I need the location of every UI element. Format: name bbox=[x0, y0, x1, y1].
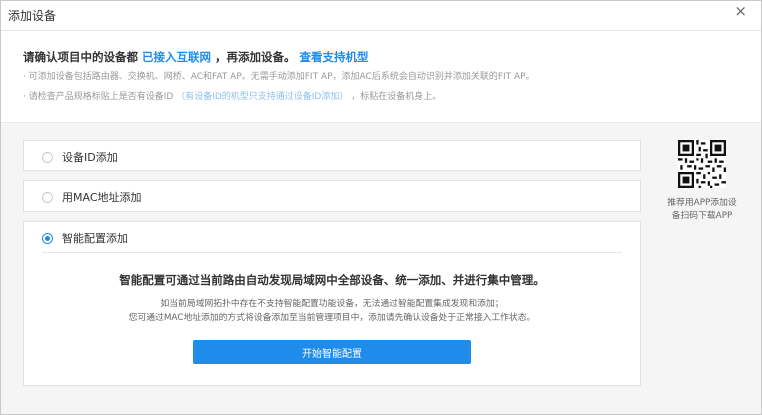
radio-device-id[interactable] bbox=[42, 151, 53, 163]
method-area: 设备ID添加 用MAC地址添加 智能配置添加 智能配置可通过当前路由自动发现局域… bbox=[1, 122, 761, 414]
smart-config-desc-2: 您可通过MAC地址添加的方式将设备添加至当前管理项目中，添加请先确认设备处于正常… bbox=[128, 313, 536, 323]
smart-config-desc-1: 如当前局域网拓扑中存在不支持智能配置功能设备，无法通过智能配置集成发现和添加； bbox=[160, 299, 504, 309]
intro-main-text: 请确认项目中的设备都 已接入互联网 ，再添加设备。 查看支持机型 bbox=[23, 49, 369, 65]
smart-config-title: 智能配置可通过当前路由自动发现局域网中全部设备、统一添加、并进行集中管理。 bbox=[119, 273, 545, 287]
qr-caption-line2: 备扫码下载APP bbox=[671, 211, 733, 221]
option-smart-row: 智能配置添加 bbox=[42, 230, 128, 246]
note-device-id-suffix: ，标贴在设备机身上。 bbox=[351, 92, 442, 102]
option-device-id[interactable]: 设备ID添加 bbox=[23, 140, 641, 171]
intro-prefix: 请确认项目中的设备都 bbox=[23, 50, 138, 64]
internet-link[interactable]: 已接入互联网 bbox=[142, 50, 211, 64]
option-device-id-row: 设备ID添加 bbox=[42, 149, 118, 165]
option-smart-config[interactable]: 智能配置添加 智能配置可通过当前路由自动发现局域网中全部设备、统一添加、并进行集… bbox=[23, 221, 641, 386]
note-device-types: · 可添加设备包括路由器、交换机、网桥、AC和FAT AP。无需手动添加FIT … bbox=[23, 72, 535, 82]
option-device-id-label: 设备ID添加 bbox=[62, 151, 118, 164]
dialog-header: 添加设备 × bbox=[1, 1, 761, 31]
close-icon[interactable]: × bbox=[734, 2, 747, 20]
note-device-id-hint: （有设备ID的机型只支持通过设备ID添加） bbox=[176, 92, 349, 102]
option-divider bbox=[42, 252, 622, 253]
intro-section: 请确认项目中的设备都 已接入互联网 ，再添加设备。 查看支持机型 · 可添加设备… bbox=[1, 32, 761, 122]
dialog-title: 添加设备 bbox=[8, 9, 57, 23]
option-mac-address[interactable]: 用MAC地址添加 bbox=[23, 180, 641, 212]
radio-smart-config[interactable] bbox=[42, 232, 53, 244]
intro-middle: ，再添加设备。 bbox=[215, 50, 296, 64]
note-device-id: · 请检查产品规格标贴上是否有设备ID （有设备ID的机型只支持通过设备ID添加… bbox=[23, 89, 441, 102]
option-smart-label: 智能配置添加 bbox=[62, 232, 128, 245]
supported-models-link[interactable]: 查看支持机型 bbox=[300, 50, 369, 64]
start-smart-config-button[interactable]: 开始智能配置 bbox=[193, 340, 471, 364]
option-mac-label: 用MAC地址添加 bbox=[62, 191, 142, 204]
option-mac-row: 用MAC地址添加 bbox=[42, 189, 142, 205]
qr-caption-line1: 推荐用APP添加设 bbox=[667, 198, 737, 208]
note-device-id-prefix: · 请检查产品规格标贴上是否有设备ID bbox=[23, 92, 174, 102]
add-device-dialog: 添加设备 × 请确认项目中的设备都 已接入互联网 ，再添加设备。 查看支持机型 … bbox=[0, 0, 762, 415]
radio-mac-address[interactable] bbox=[42, 191, 53, 203]
qr-code-icon bbox=[678, 140, 726, 188]
